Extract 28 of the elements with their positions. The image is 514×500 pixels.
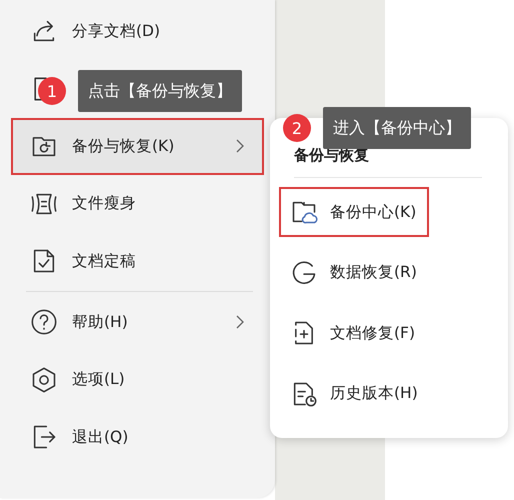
menu-item-label: 文件瘦身: [72, 193, 137, 214]
submenu-item-label: 备份中心(K): [330, 202, 416, 222]
menu-item-label: 选项(L): [72, 369, 126, 390]
submenu-title: 备份与恢复: [292, 146, 370, 165]
menu-item[interactable]: 分享文档(D): [12, 4, 263, 58]
submenu-item-label: 历史版本(H): [330, 383, 418, 404]
menu-item-label: 文档定稿: [72, 250, 137, 272]
callout-tooltip: 点击【备份与恢复】: [78, 70, 242, 112]
hexagon-icon: [30, 366, 58, 394]
submenu-item[interactable]: 备份中心(K): [280, 188, 428, 236]
menu-item-label: 退出(Q): [72, 426, 130, 448]
menu-item[interactable]: 退出(Q): [12, 410, 263, 464]
submenu-item[interactable]: 数据恢复(R): [280, 248, 429, 296]
menu-item[interactable]: 帮助(H): [12, 294, 263, 350]
submenu-item[interactable]: 文档修复(F): [280, 309, 428, 357]
menu-item[interactable]: 文件瘦身: [12, 176, 263, 231]
help-icon: [30, 308, 58, 336]
refresh-icon: [290, 258, 318, 286]
menu-item[interactable]: 文档定稿: [12, 234, 263, 288]
menu-item[interactable]: 选项(L): [12, 352, 263, 407]
submenu-item-label: 数据恢复(R): [330, 262, 417, 283]
menu-item-label: 分享文档(D): [72, 20, 162, 42]
callout-tooltip: 进入【备份中心】: [323, 107, 471, 149]
menu-item-label: 帮助(H): [72, 312, 129, 332]
submenu-item[interactable]: 历史版本(H): [280, 370, 430, 418]
submenu-item-label: 文档修复(F): [330, 322, 416, 344]
menu-item[interactable]: 备份与恢复(K): [12, 118, 263, 174]
menu-item-label: 备份与恢复(K): [72, 136, 176, 156]
